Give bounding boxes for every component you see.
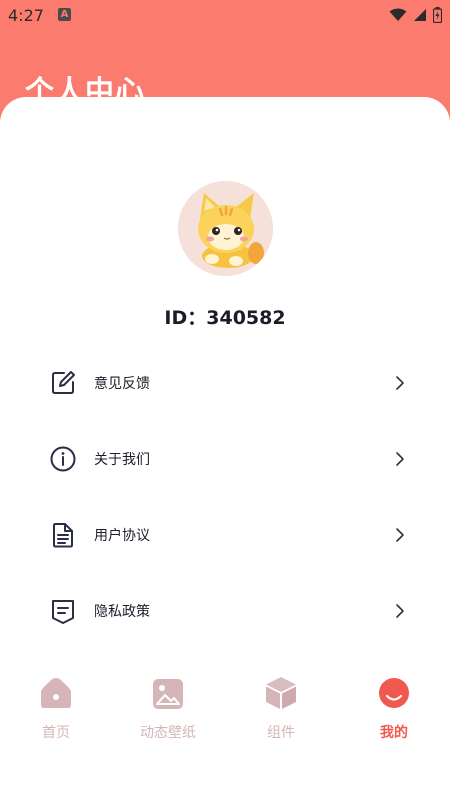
- menu-item-privacy-policy[interactable]: 隐私政策: [48, 586, 408, 636]
- tab-wallpaper[interactable]: 动态壁纸: [112, 670, 224, 742]
- tab-label: 首页: [42, 725, 70, 741]
- status-time: 4:27: [8, 6, 44, 25]
- chevron-right-icon: [396, 604, 404, 618]
- tab-profile[interactable]: 我的: [338, 670, 450, 742]
- tab-home[interactable]: 首页: [0, 670, 112, 742]
- menu-item-feedback[interactable]: 意见反馈: [48, 358, 408, 408]
- avatar[interactable]: [178, 181, 273, 276]
- tab-widgets[interactable]: 组件: [225, 670, 337, 742]
- chevron-right-icon: [396, 376, 404, 390]
- wallpaper-icon: [153, 679, 183, 709]
- tab-label: 组件: [267, 725, 295, 741]
- kitten-avatar-image: [178, 181, 273, 276]
- document-icon: [48, 520, 78, 550]
- privacy-icon: [48, 596, 78, 626]
- tab-label: 动态壁纸: [140, 725, 196, 741]
- menu-item-label: 隐私政策: [94, 604, 150, 620]
- home-icon: [41, 678, 71, 708]
- notification-icon: A: [58, 8, 71, 21]
- edit-icon: [48, 368, 78, 398]
- tab-label: 我的: [380, 725, 408, 741]
- info-icon: [48, 444, 78, 474]
- wifi-icon: [389, 8, 407, 21]
- chevron-right-icon: [396, 528, 404, 542]
- menu-item-user-agreement[interactable]: 用户协议: [48, 510, 408, 560]
- chevron-right-icon: [396, 452, 404, 466]
- status-icons: [389, 7, 442, 23]
- menu-item-label: 意见反馈: [94, 376, 150, 392]
- widget-icon: [266, 677, 296, 709]
- menu-item-label: 用户协议: [94, 528, 150, 544]
- bottom-tab-bar: 首页 动态壁纸 组件 我的: [0, 670, 450, 760]
- profile-icon: [379, 678, 409, 708]
- menu-item-label: 关于我们: [94, 452, 150, 468]
- user-id: ID：340582: [164, 307, 286, 329]
- status-bar: 4:27 A: [0, 0, 450, 32]
- signal-icon: [414, 9, 426, 21]
- battery-icon: [433, 7, 442, 23]
- menu-item-about[interactable]: 关于我们: [48, 434, 408, 484]
